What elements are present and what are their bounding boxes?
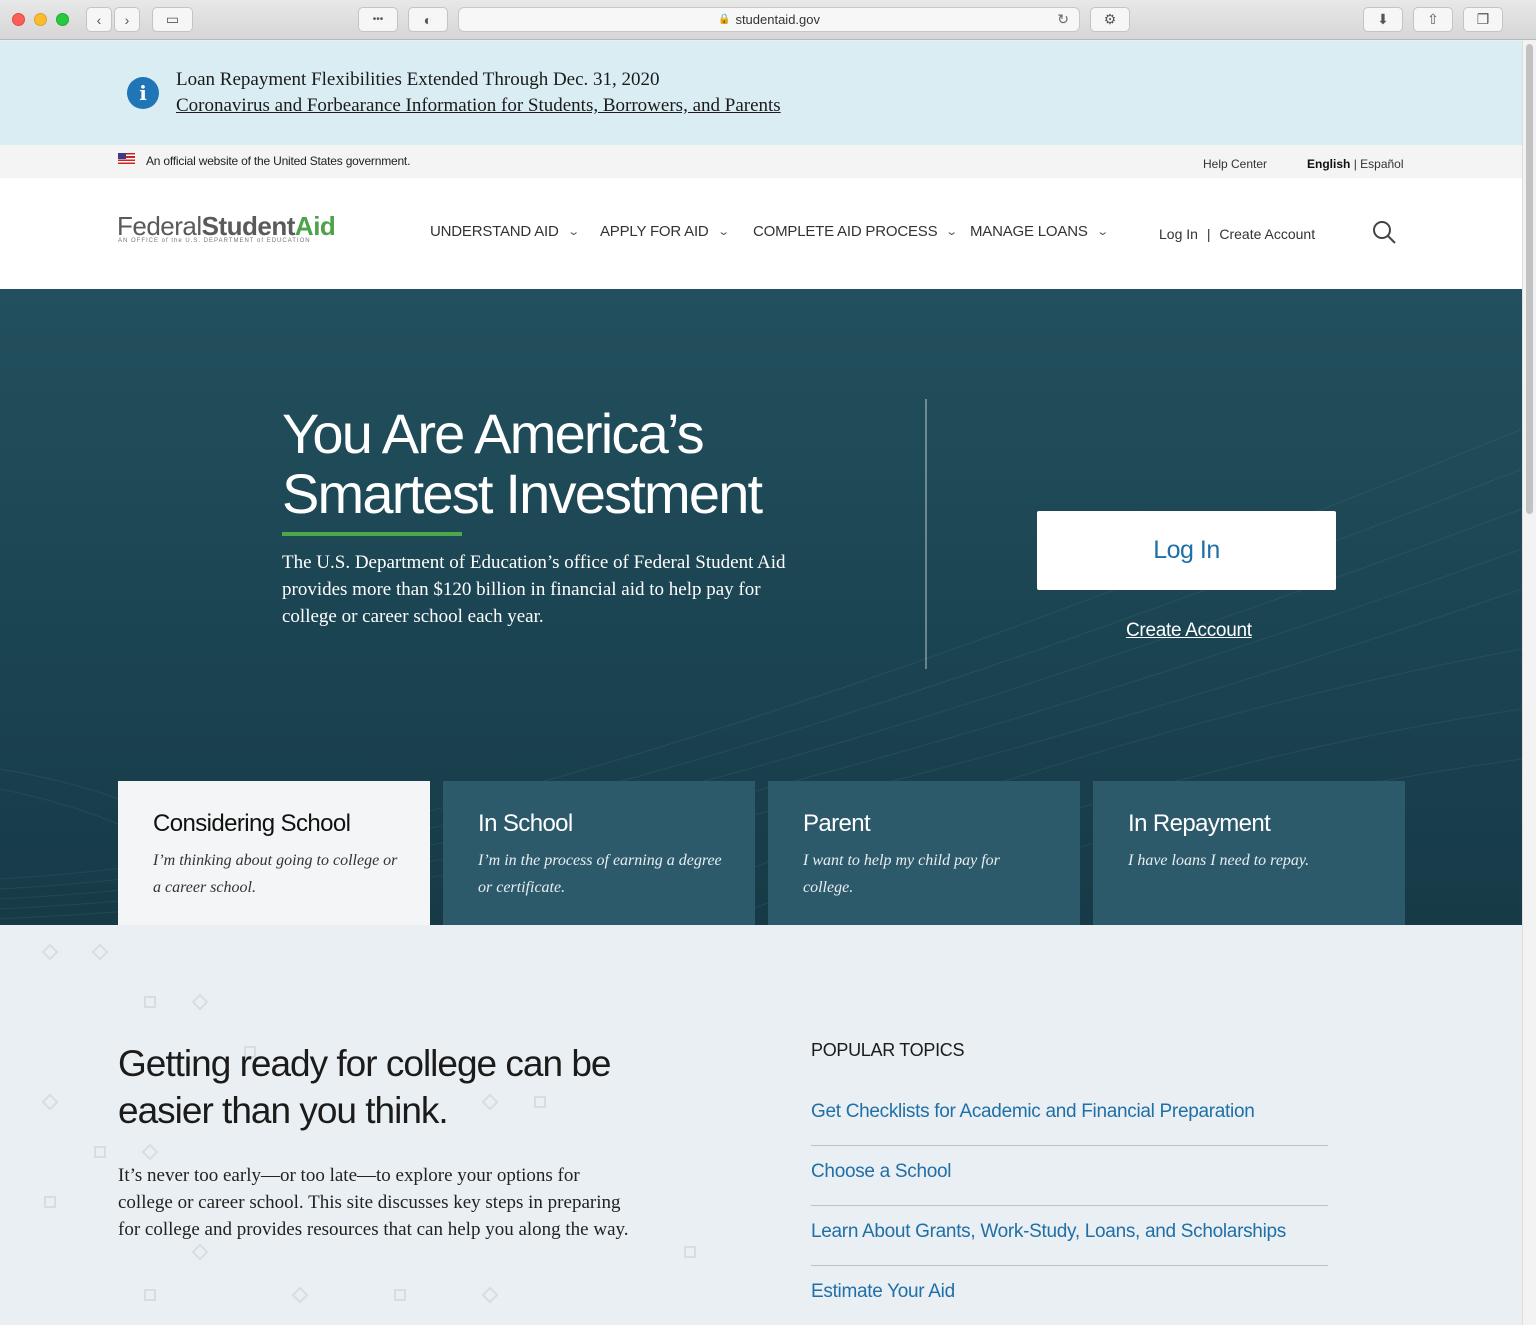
card-considering-school[interactable]: Considering School I’m thinking about go… (118, 781, 430, 925)
us-flag-icon (118, 153, 135, 164)
card-title: In Repayment (1128, 810, 1271, 837)
header-create-account-link[interactable]: Create Account (1219, 226, 1315, 242)
chevron-down-icon: ⌄ (716, 226, 730, 238)
logo-subtitle: AN OFFICE of the U.S. DEPARTMENT of EDUC… (118, 238, 311, 244)
address-bar[interactable]: 🔒 studentaid.gov ↻ (458, 7, 1080, 32)
chevron-down-icon: ⌄ (566, 226, 580, 238)
hero-title-line1: You Are America’s (282, 402, 705, 465)
card-in-repayment[interactable]: In Repayment I have loans I need to repa… (1093, 781, 1405, 925)
language-switcher: English | Español (1307, 157, 1404, 171)
settings-gear-icon[interactable]: ⚙ (1090, 7, 1130, 32)
header-auth-links: Log In | Create Account (1159, 226, 1315, 242)
alert-link[interactable]: Coronavirus and Forbearance Information … (176, 95, 781, 117)
section-description: It’s never too early—or too late—to expl… (118, 1165, 629, 1240)
more-icon[interactable]: ••• (358, 7, 398, 32)
back-icon[interactable]: ‹ (86, 7, 112, 32)
official-site-text: An official website of the United States… (146, 154, 411, 168)
alert-banner (0, 41, 1522, 145)
search-icon[interactable] (1371, 219, 1397, 245)
nav-label: COMPLETE AID PROCESS (753, 223, 938, 240)
card-parent[interactable]: Parent I want to help my child pay for c… (768, 781, 1080, 925)
logo-part-student: Student (201, 211, 296, 241)
card-title: Considering School (153, 810, 351, 837)
lang-spanish-link[interactable]: Español (1360, 157, 1403, 171)
minimize-window-button[interactable] (34, 13, 47, 26)
hero-title-line2: Smartest Investment (282, 462, 763, 525)
topic-divider (811, 1265, 1328, 1266)
card-description: I have loans I need to repay. (1128, 852, 1310, 869)
lang-english-link[interactable]: English (1307, 157, 1350, 171)
sidebar-icon[interactable]: ▭ (152, 7, 193, 32)
download-icon[interactable]: ⬇ (1363, 7, 1403, 32)
chevron-down-icon: ⌄ (1095, 226, 1109, 238)
lock-icon: 🔒 (717, 14, 731, 25)
nav-understand-aid[interactable]: UNDERSTAND AID ⌄ (430, 223, 580, 240)
browser-toolbar: ‹ › ▭ ••• ◐ 🔒 studentaid.gov ↻ ⚙ ⬇ ⇧ ❐ (0, 0, 1536, 40)
section-heading-line1: Getting ready for college can be (118, 1043, 611, 1084)
card-description: I’m in the process of earning a degree o… (478, 852, 722, 896)
card-title: Parent (803, 810, 871, 837)
logo-part-federal: Federal (117, 211, 202, 241)
info-icon: i (127, 77, 159, 109)
nav-label: APPLY FOR AID (600, 223, 709, 240)
section-heading-line2: easier than you think. (118, 1090, 449, 1131)
hero-login-button[interactable]: Log In (1037, 511, 1336, 590)
popular-topics-heading: POPULAR TOPICS (811, 1040, 965, 1060)
topic-link-grants-loans[interactable]: Learn About Grants, Work-Study, Loans, a… (811, 1221, 1328, 1243)
card-in-school[interactable]: In School I’m in the process of earning … (443, 781, 755, 925)
hero-description: The U.S. Department of Education’s offic… (282, 552, 786, 627)
help-center-link[interactable]: Help Center (1203, 157, 1267, 171)
nav-complete-aid-process[interactable]: COMPLETE AID PROCESS ⌄ (753, 223, 959, 240)
topic-divider (811, 1205, 1328, 1206)
forward-icon[interactable]: › (114, 7, 140, 32)
nav-label: UNDERSTAND AID (430, 223, 559, 240)
topic-divider (811, 1145, 1328, 1146)
card-description: I’m thinking about going to college or a… (153, 852, 398, 896)
auth-separator: | (1206, 226, 1211, 242)
topic-link-estimate-aid[interactable]: Estimate Your Aid (811, 1281, 1328, 1303)
reader-icon[interactable]: ◐ (408, 7, 448, 32)
hero-divider (925, 399, 927, 669)
hero-title: You Are America’s Smartest Investment (282, 402, 763, 525)
card-description: I want to help my child pay for college. (803, 852, 1000, 896)
header-login-link[interactable]: Log In (1159, 226, 1198, 242)
lang-separator: | (1353, 157, 1357, 171)
hero-create-account-link[interactable]: Create Account (1126, 620, 1252, 642)
chevron-down-icon: ⌄ (945, 226, 959, 238)
share-icon[interactable]: ⇧ (1413, 7, 1453, 32)
alert-title: Loan Repayment Flexibilities Extended Th… (176, 69, 660, 90)
topic-link-choose-school[interactable]: Choose a School (811, 1161, 1328, 1183)
hero-accent-rule (282, 532, 462, 536)
close-window-button[interactable] (12, 13, 25, 26)
scrollbar-thumb[interactable] (1526, 44, 1533, 514)
zoom-window-button[interactable] (56, 13, 69, 26)
page-scrollbar[interactable] (1522, 40, 1536, 1325)
nav-label: MANAGE LOANS (970, 223, 1088, 240)
topic-link-checklists[interactable]: Get Checklists for Academic and Financia… (811, 1101, 1328, 1123)
section-heading: Getting ready for college can be easier … (118, 1040, 611, 1134)
nav-manage-loans[interactable]: MANAGE LOANS ⌄ (970, 223, 1109, 240)
reload-icon[interactable]: ↻ (1057, 11, 1069, 28)
logo-part-aid: Aid (294, 211, 336, 241)
card-title: In School (478, 810, 573, 837)
url-text: studentaid.gov (735, 12, 821, 27)
nav-apply-for-aid[interactable]: APPLY FOR AID ⌄ (600, 223, 730, 240)
tabs-overview-icon[interactable]: ❐ (1463, 7, 1503, 32)
